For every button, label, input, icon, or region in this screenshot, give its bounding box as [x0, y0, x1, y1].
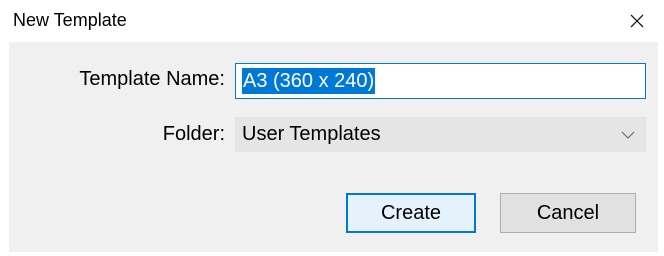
create-button[interactable]: Create — [346, 193, 476, 233]
close-icon — [630, 14, 644, 28]
template-name-label: Template Name: — [79, 68, 225, 90]
new-template-dialog: New Template Template Name: A3 (360 x 24… — [0, 0, 664, 256]
folder-label: Folder: — [162, 123, 225, 145]
dialog-body: Template Name: A3 (360 x 240) Folder: Us… — [9, 42, 658, 252]
close-button[interactable] — [614, 0, 660, 42]
folder-dropdown[interactable]: User Templates — [235, 117, 646, 152]
folder-selected-value: User Templates — [242, 123, 381, 145]
template-name-selected-text[interactable]: A3 (360 x 240) — [242, 68, 376, 94]
chevron-down-icon[interactable] — [619, 126, 637, 144]
cancel-button[interactable]: Cancel — [500, 193, 636, 233]
template-name-input[interactable]: A3 (360 x 240) — [235, 63, 646, 99]
title-bar: New Template — [0, 0, 664, 42]
dialog-title: New Template — [13, 10, 127, 30]
